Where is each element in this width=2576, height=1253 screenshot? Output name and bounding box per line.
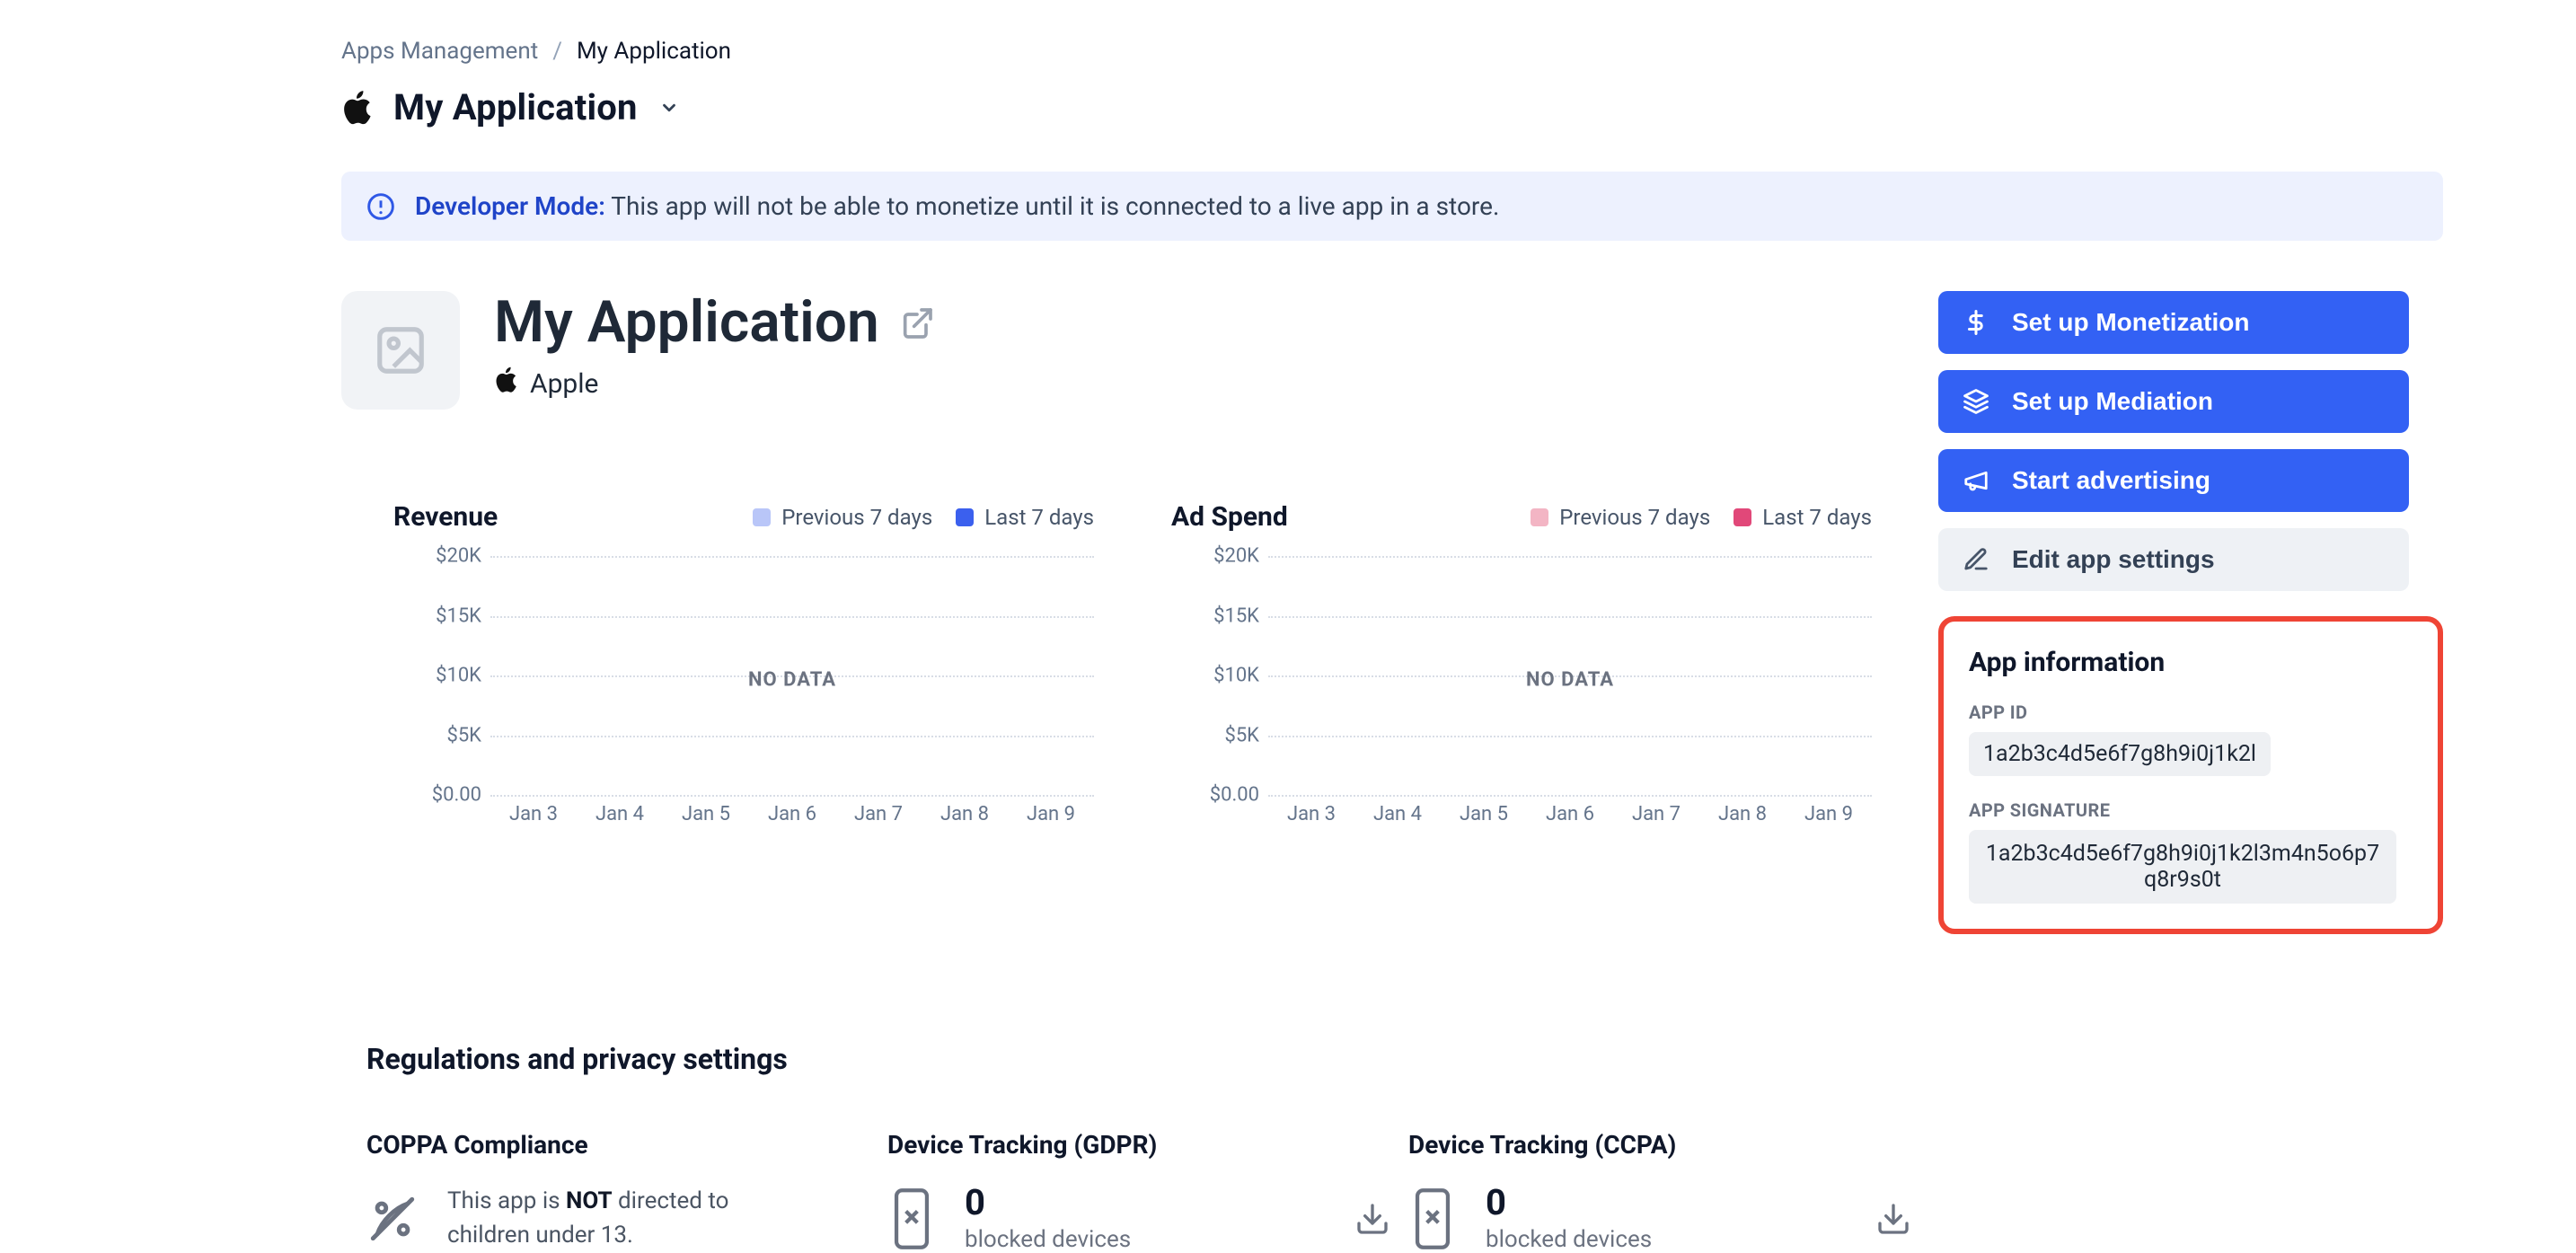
ytick: $20K xyxy=(1213,545,1259,568)
ccpa-sub: blocked devices xyxy=(1486,1226,1652,1253)
breadcrumb-separator: / xyxy=(552,38,562,65)
legend-previous-7-days: Previous 7 days xyxy=(1531,505,1710,530)
legend-previous-7-days: Previous 7 days xyxy=(753,505,932,530)
ccpa-count: 0 xyxy=(1486,1185,1652,1221)
setup-monetization-button[interactable]: Set up Monetization xyxy=(1938,291,2409,354)
app-name: My Application xyxy=(494,291,879,354)
xtick: Jan 3 xyxy=(490,803,577,825)
xtick: Jan 6 xyxy=(1527,803,1613,825)
start-advertising-button[interactable]: Start advertising xyxy=(1938,449,2409,512)
xtick: Jan 5 xyxy=(663,803,749,825)
xtick: Jan 3 xyxy=(1268,803,1354,825)
dollar-icon xyxy=(1960,309,1992,336)
developer-mode-alert: Developer Mode: This app will not be abl… xyxy=(341,172,2443,241)
gdpr-tracking: Device Tracking (GDPR) 0 blocked devices xyxy=(887,1130,1390,1253)
ytick: $5K xyxy=(1224,724,1259,746)
gdpr-count: 0 xyxy=(965,1185,1131,1221)
ytick: $5K xyxy=(446,724,481,746)
ytick: $20K xyxy=(436,545,481,568)
page-title: My Application xyxy=(393,86,638,128)
coppa-title: COPPA Compliance xyxy=(366,1130,869,1160)
xtick: Jan 8 xyxy=(1699,803,1786,825)
xtick: Jan 5 xyxy=(1441,803,1527,825)
ccpa-tracking: Device Tracking (CCPA) 0 blocked devices xyxy=(1408,1130,1911,1253)
download-icon[interactable] xyxy=(1875,1201,1911,1237)
xtick: Jan 7 xyxy=(835,803,922,825)
xtick: Jan 6 xyxy=(749,803,835,825)
ytick: $0.00 xyxy=(432,784,481,807)
ccpa-title: Device Tracking (CCPA) xyxy=(1408,1130,1911,1160)
alert-label: Developer Mode: xyxy=(415,191,605,221)
breadcrumb-current: My Application xyxy=(577,38,731,65)
xtick: Jan 7 xyxy=(1613,803,1699,825)
app-information-panel: App information APP ID 1a2b3c4d5e6f7g8h9… xyxy=(1938,616,2443,934)
xtick: Jan 9 xyxy=(1786,803,1872,825)
apple-icon xyxy=(341,90,372,126)
revenue-chart: Revenue Previous 7 days Last 7 days $20K… xyxy=(393,501,1094,825)
adspend-chart: Ad Spend Previous 7 days Last 7 days $20… xyxy=(1171,501,1872,825)
blocked-device-icon xyxy=(1408,1187,1457,1251)
ytick: $15K xyxy=(436,604,481,627)
info-icon xyxy=(366,192,395,221)
gdpr-sub: blocked devices xyxy=(965,1226,1131,1253)
coppa-text: This app is NOT directed to children und… xyxy=(447,1185,789,1252)
xtick: Jan 4 xyxy=(577,803,663,825)
xtick: Jan 9 xyxy=(1008,803,1094,825)
xtick: Jan 4 xyxy=(1354,803,1441,825)
revenue-title: Revenue xyxy=(393,501,498,533)
platform-name: Apple xyxy=(530,368,598,400)
legend-last-7-days: Last 7 days xyxy=(956,505,1094,530)
no-data-label: NO DATA xyxy=(1268,669,1872,692)
gdpr-title: Device Tracking (GDPR) xyxy=(887,1130,1390,1160)
ytick: $0.00 xyxy=(1210,784,1259,807)
coppa-icon xyxy=(366,1193,419,1245)
breadcrumb-root[interactable]: Apps Management xyxy=(341,38,538,65)
legend-last-7-days: Last 7 days xyxy=(1734,505,1872,530)
external-link-icon[interactable] xyxy=(899,291,935,354)
coppa-compliance: COPPA Compliance This app is NOT directe… xyxy=(366,1130,869,1253)
blocked-device-icon xyxy=(887,1187,936,1251)
app-signature-value[interactable]: 1a2b3c4d5e6f7g8h9i0j1k2l3m4n5o6p7q8r9s0t xyxy=(1969,830,2396,904)
adspend-title: Ad Spend xyxy=(1171,501,1288,533)
title-row: My Application xyxy=(341,86,2443,128)
chevron-down-icon[interactable] xyxy=(659,98,679,118)
megaphone-icon xyxy=(1960,467,1992,494)
ytick: $10K xyxy=(1213,665,1259,687)
setup-mediation-button[interactable]: Set up Mediation xyxy=(1938,370,2409,433)
ytick: $10K xyxy=(436,665,481,687)
xtick: Jan 8 xyxy=(922,803,1008,825)
ytick: $15K xyxy=(1213,604,1259,627)
apple-icon xyxy=(494,366,517,401)
edit-app-settings-button[interactable]: Edit app settings xyxy=(1938,528,2409,591)
app-id-value[interactable]: 1a2b3c4d5e6f7g8h9i0j1k2l xyxy=(1969,732,2271,776)
app-thumbnail-placeholder xyxy=(341,291,460,410)
no-data-label: NO DATA xyxy=(490,669,1094,692)
app-id-label: APP ID xyxy=(1969,702,2413,723)
regulations-title: Regulations and privacy settings xyxy=(366,1042,2443,1076)
download-icon[interactable] xyxy=(1354,1201,1390,1237)
app-information-title: App information xyxy=(1969,647,2413,678)
edit-icon xyxy=(1960,546,1992,573)
breadcrumb: Apps Management / My Application xyxy=(341,38,2443,65)
alert-text: This app will not be able to monetize un… xyxy=(611,191,1499,221)
app-signature-label: APP SIGNATURE xyxy=(1969,799,2413,821)
layers-icon xyxy=(1960,388,1992,415)
